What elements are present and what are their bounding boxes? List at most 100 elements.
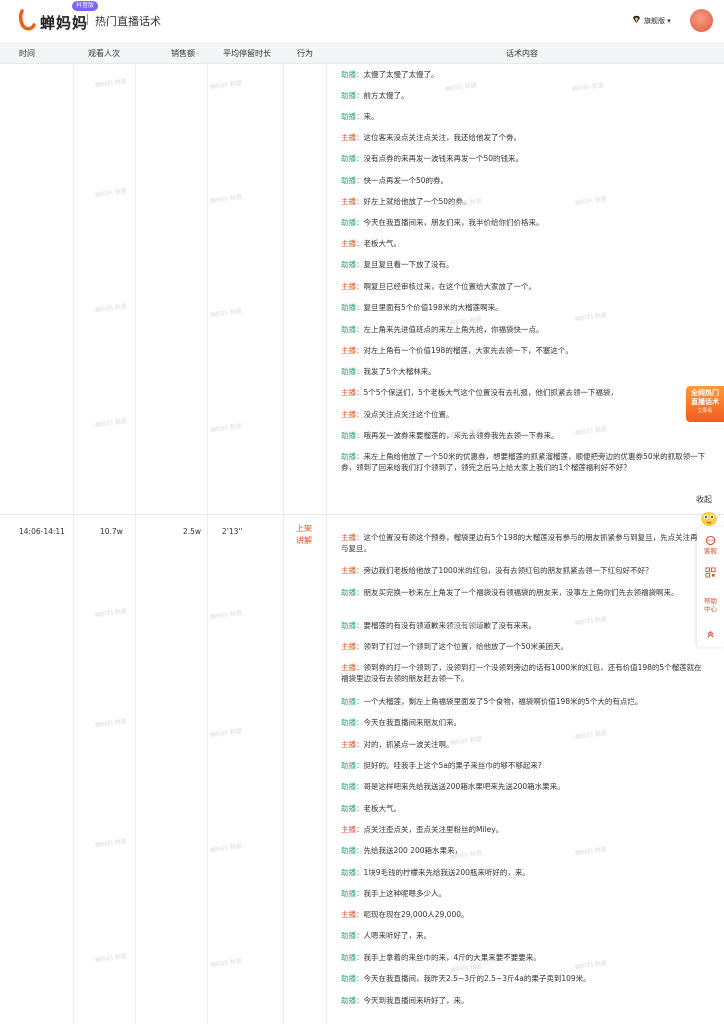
speaker-role: 主播： xyxy=(341,566,364,575)
speaker-role: 助播： xyxy=(341,621,364,630)
watermark-text: 蝉妈妈 数据 xyxy=(94,77,128,90)
watermark-text: 蝉妈妈 数据 xyxy=(209,727,243,740)
platform-badge: 抖音版 xyxy=(72,1,99,11)
script-line: 助播：哦再发一波券来要榴莲的，来先去领券我先去领一下券来。 xyxy=(341,430,707,441)
script-line: 助播：先给我送200 200箱水果来， xyxy=(341,845,707,856)
script-line: 助播：我手上拿着的来丝巾的来，4斤的大果来要不要要来。 xyxy=(341,952,707,963)
watermark-text: 蝉妈妈 数据 xyxy=(209,193,243,206)
speaker-role: 助播： xyxy=(341,588,364,597)
script-line: 助播：1块9毛钱的柠檬来先给我送200瓶来听好的，来。 xyxy=(341,867,707,878)
script-line: 主播：5个5个保送们，5个老板大气这个位置没有去礼报，他们抓紧去领一下福袋， xyxy=(341,387,707,398)
speaker-role: 助播： xyxy=(341,804,364,813)
segment-time: 14:06-14:11 xyxy=(19,527,65,536)
script-line: 助播：人嗯来听好了，来。 xyxy=(341,930,707,941)
script-line: 助播：我手上这种呢嗯多少人。 xyxy=(341,888,707,899)
vip-label: 旗舰版 xyxy=(644,17,665,25)
script-line: 主播：老板大气。 xyxy=(341,238,707,249)
speaker-role: 助播： xyxy=(341,931,364,940)
watermark-text: 蝉妈妈 数据 xyxy=(94,417,128,430)
watermark-text: 蝉妈妈 数据 xyxy=(94,187,128,200)
sidebar-item-help[interactable]: 帮助中心 xyxy=(697,597,724,613)
script-line: 助播：今天到我直播间来听好了，来。 xyxy=(341,995,707,1006)
speaker-role: 助播： xyxy=(341,431,364,440)
watermark-text: 蝉妈妈 数据 xyxy=(209,842,243,855)
col-sales: 销售额 xyxy=(171,49,195,58)
speaker-role: 主播： xyxy=(341,133,364,142)
vip-level[interactable]: 旗舰版 ▾ xyxy=(632,15,671,27)
user-avatar[interactable] xyxy=(690,9,713,32)
speaker-role: 助播： xyxy=(341,697,364,706)
script-text: 对的，抓紧点一波关注啊。 xyxy=(363,740,454,749)
script-text: 这个位置没有领这个预券，榴袋里边有5个198的大榴莲没有参与的朋友抓紧参与到复旦… xyxy=(341,533,706,553)
script-text: 一个大榴莲，剩左上角福袋里面发了5个食物，福袋啊价值198米的5个大的有点烂。 xyxy=(363,697,643,706)
script-text: 老板大气。 xyxy=(363,239,402,248)
action-shelve[interactable]: 上架 xyxy=(296,523,312,535)
action-explain[interactable]: 讲解 xyxy=(296,535,312,547)
speaker-role: 主播： xyxy=(341,197,364,206)
script-line: 助播：复旦里面有5个价值198米的大榴莲啊来。 xyxy=(341,302,707,313)
qrcode-icon xyxy=(705,567,716,578)
col-viewers: 观看人次 xyxy=(88,49,120,58)
script-text: 人嗯来听好了，来。 xyxy=(363,931,432,940)
speaker-role: 助播： xyxy=(341,953,364,962)
watermark-text: 蝉妈妈 数据 xyxy=(209,422,243,435)
speaker-role: 主播： xyxy=(341,282,364,291)
speaker-role: 助播： xyxy=(341,974,364,983)
script-text: 复旦里面有5个价值198米的大榴莲啊来。 xyxy=(363,303,503,312)
script-text: 5个5个保送们，5个老板大气这个位置没有去礼报，他们抓紧去领一下福袋， xyxy=(363,388,618,397)
speaker-role: 助播： xyxy=(341,260,364,269)
script-line: 主播：领到了打过一个领到了这个位置，给他放了一个50米美团天。 xyxy=(341,641,707,652)
script-line: 助播：挺好的。哇我手上这个5a的果子来丝巾的够不够起来? xyxy=(341,760,707,771)
script-text: 呃现在现在29,000人29,000。 xyxy=(363,910,469,919)
speaker-role: 助播： xyxy=(341,846,364,855)
script-text: 复旦复旦看一下放了没有。 xyxy=(363,260,454,269)
sidebar-item-service[interactable]: 客服 xyxy=(697,535,724,555)
script-line: 主播：这位客来没点关注点关注，我还给他发了个劵。 xyxy=(341,132,707,143)
back-to-top-icon xyxy=(707,630,714,638)
script-line: 主播：好左上就给他放了一个50的券。 xyxy=(341,196,707,207)
speaker-role: 助播： xyxy=(341,782,364,791)
sidebar-item-top[interactable] xyxy=(697,629,724,639)
script-line: 助播：朋友买完换一秒来左上角发了一个福袋没有领福袋的朋友来，没事左上角你们先去领… xyxy=(341,587,707,598)
script-text: 领到了打过一个领到了这个位置，给他放了一个50米美团天。 xyxy=(363,642,569,651)
diamond-icon xyxy=(632,15,641,24)
script-text: 太慢了太慢了太慢了。 xyxy=(363,70,439,79)
script-text: 哥是这样吧来先给我送送200箱水果吧来先送200箱水果来。 xyxy=(363,782,565,791)
script-text: 我发了5个大榴林来。 xyxy=(363,367,436,376)
title-divider xyxy=(87,14,88,25)
script-text: 我手上拿着的来丝巾的来，4斤的大果来要不要要来。 xyxy=(363,953,541,962)
script-line: 助播：老板大气。 xyxy=(341,803,707,814)
script-line: 助播：复旦复旦看一下放了没有。 xyxy=(341,259,707,270)
promo-banner[interactable]: 全网热门 直播话术 立即看 xyxy=(686,386,724,422)
speaker-role: 助播： xyxy=(341,154,364,163)
speaker-role: 助播： xyxy=(341,452,364,461)
speaker-role: 主播： xyxy=(341,910,364,919)
script-line: 助播：太慢了太慢了太慢了。 xyxy=(341,69,707,80)
watermark-text: 蝉妈妈 数据 xyxy=(209,79,243,92)
segment-sales: 2.5w xyxy=(183,527,202,536)
script-line: 助播：来。 xyxy=(341,111,707,122)
script-line: 主播：领到券的打一个领到了，没领到打一个没领到旁边的话有1000米的红包，还有价… xyxy=(341,662,707,684)
mascot-icon[interactable] xyxy=(698,506,720,528)
promo-sub: 立即看 xyxy=(697,408,713,414)
script-text: 点关注歪点关，歪点关注里粉丝的Miley。 xyxy=(363,825,504,834)
script-line: 主播：对的，抓紧点一波关注啊。 xyxy=(341,739,707,750)
script-line: 主播：对左上角有一个价值198的榴莲，大家先去领一下，不塞这个。 xyxy=(341,345,707,356)
script-text: 今天在我直播间来，朋友们来，我半价给你们价格来。 xyxy=(363,218,544,227)
script-line: 助播：要榴莲的有没有领道歉来领没有领道歉了没有来来。 xyxy=(341,620,707,631)
sidebar-item-qrcode[interactable] xyxy=(697,567,724,579)
script-text: 今天在我直播间，我昨天2.5~3斤的2.5~3斤4a的果子卖到109米。 xyxy=(363,974,591,983)
speaker-role: 助播： xyxy=(341,218,364,227)
script-text: 这位客来没点关注点关注，我还给他发了个劵。 xyxy=(363,133,522,142)
chevron-down-icon: ▾ xyxy=(667,17,671,25)
app-name[interactable]: 蝉妈妈 xyxy=(40,12,88,33)
watermark-text: 蝉妈妈 数据 xyxy=(209,957,243,970)
col-script: 话术内容 xyxy=(506,49,538,58)
grid-line xyxy=(207,64,208,1024)
chanmama-logo-icon[interactable] xyxy=(18,9,36,31)
collapse-button[interactable]: 收起 xyxy=(696,494,712,505)
watermark-text: 蝉妈妈 数据 xyxy=(94,302,128,315)
promo-line-2: 直播话术 xyxy=(691,398,719,406)
script-text: 朋友买完换一秒来左上角发了一个福袋没有领福袋的朋友来，没事左上角你们先去领福袋啊… xyxy=(363,588,679,597)
script-text: 今天到我直播间来听好了，来。 xyxy=(363,996,469,1005)
